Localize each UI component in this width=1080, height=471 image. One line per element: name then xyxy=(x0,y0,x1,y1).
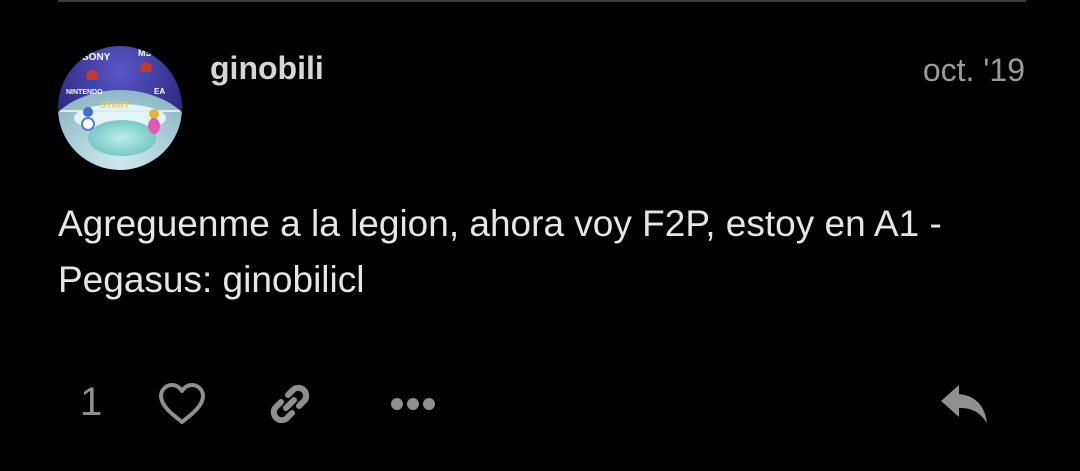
post-body-line: Pegasus: ginobilicl xyxy=(58,259,365,300)
more-options-button[interactable] xyxy=(385,378,441,430)
reply-button[interactable] xyxy=(936,378,992,430)
more-icon xyxy=(391,398,435,410)
avatar-label-ea: EA xyxy=(154,87,165,96)
avatar-label-start: START xyxy=(100,100,130,110)
forum-post: SONY MS NINTENDO EA START ginobili oct. … xyxy=(0,0,1080,471)
like-count[interactable]: 1 xyxy=(80,380,102,425)
reply-icon xyxy=(941,385,987,423)
post-body: Agreguenme a la legion, ahora voy F2P, e… xyxy=(58,196,1048,308)
link-icon xyxy=(270,384,310,424)
username[interactable]: ginobili xyxy=(210,50,324,87)
post-actions: 1 xyxy=(0,372,1080,436)
post-divider xyxy=(58,0,1026,2)
avatar[interactable]: SONY MS NINTENDO EA START xyxy=(58,46,182,170)
avatar-label-ms: MS xyxy=(138,48,152,58)
avatar-image: SONY MS NINTENDO EA START xyxy=(58,46,182,170)
post-date[interactable]: oct. '19 xyxy=(923,52,1025,89)
avatar-label-nintendo: NINTENDO xyxy=(66,89,103,96)
heart-icon xyxy=(159,383,205,424)
like-button[interactable] xyxy=(154,378,210,430)
post-body-line: Agreguenme a la legion, ahora voy F2P, e… xyxy=(58,203,942,244)
avatar-label-sony: SONY xyxy=(82,52,111,63)
share-link-button[interactable] xyxy=(262,378,318,430)
